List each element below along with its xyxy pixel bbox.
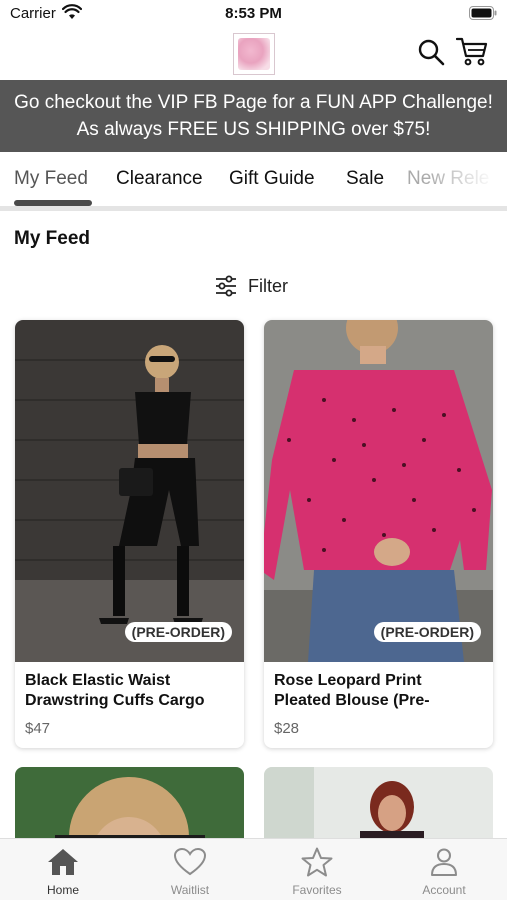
banner-line-2: As always FREE US SHIPPING over $75! bbox=[76, 119, 431, 140]
nav-favorites[interactable]: Favorites bbox=[254, 839, 380, 900]
product-name-line-2: Pleated Blouse (Pre- bbox=[274, 692, 430, 709]
logo-mark bbox=[238, 38, 270, 70]
bottom-tab-bar: Home Waitlist Favorites Account bbox=[0, 838, 507, 900]
nav-favorites-label: Favorites bbox=[292, 883, 342, 897]
product-name: Rose Leopard Print Pleated Blouse (Pre- bbox=[274, 671, 484, 711]
product-price: $28 bbox=[274, 720, 300, 737]
product-image[interactable] bbox=[264, 767, 493, 847]
tab-sale[interactable]: Sale bbox=[346, 168, 384, 190]
filter-label: Filter bbox=[248, 275, 288, 296]
nav-waitlist-label: Waitlist bbox=[170, 883, 210, 897]
star-icon bbox=[301, 847, 333, 877]
product-card-partial[interactable] bbox=[15, 767, 244, 847]
preorder-badge: (PRE-ORDER) bbox=[124, 622, 232, 642]
product-image[interactable] bbox=[264, 320, 493, 662]
product-price: $47 bbox=[25, 720, 51, 737]
nav-waitlist[interactable]: Waitlist bbox=[127, 839, 253, 900]
nav-home[interactable]: Home bbox=[0, 839, 126, 900]
product-card-partial[interactable] bbox=[264, 767, 493, 847]
active-tab-indicator bbox=[14, 200, 92, 206]
heart-icon bbox=[173, 847, 207, 876]
filter-button[interactable]: Filter bbox=[214, 273, 288, 299]
nav-account-label: Account bbox=[422, 883, 466, 897]
promo-banner: Go checkout the VIP FB Page for a FUN AP… bbox=[0, 80, 507, 152]
tab-clearance[interactable]: Clearance bbox=[116, 168, 203, 190]
product-name: Black Elastic Waist Drawstring Cuffs Car… bbox=[25, 671, 235, 711]
tabs-fade-overlay bbox=[427, 152, 507, 208]
user-icon bbox=[431, 848, 457, 876]
product-card[interactable]: (PRE-ORDER) Rose Leopard Print Pleated B… bbox=[264, 320, 493, 748]
battery-icon bbox=[469, 6, 497, 20]
app-header bbox=[0, 28, 507, 80]
banner-line-1: Go checkout the VIP FB Page for a FUN AP… bbox=[14, 92, 493, 113]
product-image[interactable] bbox=[15, 767, 244, 847]
nav-account[interactable]: Account bbox=[381, 839, 507, 900]
nav-home-label: Home bbox=[46, 883, 79, 897]
status-bar: Carrier 8:53 PM bbox=[0, 0, 507, 28]
product-name-line-2: Drawstring Cuffs Cargo bbox=[25, 692, 205, 709]
product-image[interactable] bbox=[15, 320, 244, 662]
home-icon bbox=[48, 849, 78, 875]
product-card[interactable]: (PRE-ORDER) Black Elastic Waist Drawstri… bbox=[15, 320, 244, 748]
filter-sliders-icon bbox=[216, 275, 236, 297]
product-name-line-1: Rose Leopard Print bbox=[274, 672, 422, 689]
status-time: 8:53 PM bbox=[225, 5, 282, 22]
product-name-line-1: Black Elastic Waist bbox=[25, 672, 171, 689]
feed-title: My Feed bbox=[14, 228, 91, 249]
preorder-badge: (PRE-ORDER) bbox=[373, 622, 481, 642]
tab-my-feed[interactable]: My Feed bbox=[14, 168, 88, 190]
cart-icon[interactable] bbox=[456, 36, 488, 66]
search-icon[interactable] bbox=[417, 38, 445, 66]
tab-gift-guide[interactable]: Gift Guide bbox=[229, 168, 315, 190]
boutique-logo[interactable] bbox=[233, 33, 275, 75]
tabs-divider bbox=[0, 206, 507, 211]
